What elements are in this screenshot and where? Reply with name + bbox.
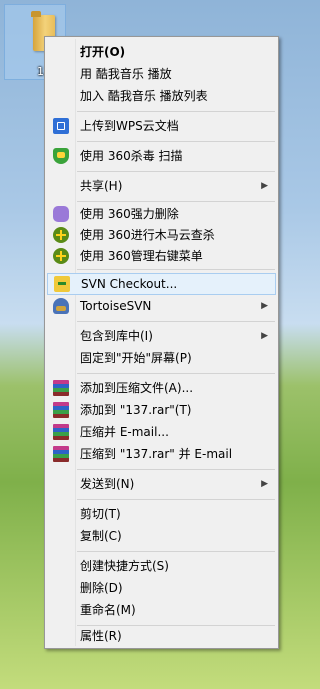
wps-cloud-icon <box>53 118 69 134</box>
menu-item-include-in-library[interactable]: 包含到库中(I) ▶ <box>47 325 276 347</box>
menu-item-create-shortcut[interactable]: 创建快捷方式(S) <box>47 555 276 577</box>
menu-item-label: 使用 360管理右键菜单 <box>80 249 203 263</box>
menu-item-tortoisesvn[interactable]: TortoiseSVN ▶ <box>47 295 276 317</box>
menu-item-label: 用 酷我音乐 播放 <box>80 67 172 81</box>
menu-item-label: 压缩并 E-mail... <box>80 425 169 439</box>
menu-item-rename[interactable]: 重命名(M) <box>47 599 276 621</box>
svn-checkout-icon <box>54 276 70 292</box>
menu-item-label: 打开(O) <box>80 45 126 59</box>
menu-separator <box>77 499 275 500</box>
menu-item-share[interactable]: 共享(H) ▶ <box>47 175 276 197</box>
menu-separator <box>77 201 275 202</box>
360-plus-icon <box>53 248 69 264</box>
menu-item-360-trojan-scan[interactable]: 使用 360进行木马云查杀 <box>47 224 276 246</box>
menu-item-kuwo-playlist[interactable]: 加入 酷我音乐 播放列表 <box>47 85 276 107</box>
submenu-arrow-icon: ▶ <box>261 301 268 311</box>
360-shield-icon <box>53 148 69 164</box>
menu-item-cut[interactable]: 剪切(T) <box>47 503 276 525</box>
context-menu: 打开(O) 用 酷我音乐 播放 加入 酷我音乐 播放列表 上传到WPS云文档 使… <box>44 36 279 649</box>
menu-item-compress-to-137-rar-and-email[interactable]: 压缩到 "137.rar" 并 E-mail <box>47 443 276 465</box>
tortoisesvn-icon <box>53 298 69 314</box>
menu-separator <box>77 469 275 470</box>
menu-item-add-to-archive[interactable]: 添加到压缩文件(A)... <box>47 377 276 399</box>
winrar-icon <box>53 380 69 396</box>
menu-item-360-manage-menu[interactable]: 使用 360管理右键菜单 <box>47 245 276 267</box>
menu-item-label: TortoiseSVN <box>80 299 152 313</box>
winrar-icon <box>53 424 69 440</box>
menu-item-send-to[interactable]: 发送到(N) ▶ <box>47 473 276 495</box>
submenu-arrow-icon: ▶ <box>261 181 268 191</box>
winrar-icon <box>53 402 69 418</box>
menu-separator <box>77 141 275 142</box>
menu-item-label: 剪切(T) <box>80 507 121 521</box>
menu-item-label: 创建快捷方式(S) <box>80 559 169 573</box>
menu-separator <box>77 373 275 374</box>
menu-item-label: 添加到压缩文件(A)... <box>80 381 194 395</box>
menu-item-label: 使用 360强力删除 <box>80 207 179 221</box>
menu-separator <box>77 321 275 322</box>
menu-item-360-force-delete[interactable]: 使用 360强力删除 <box>47 203 276 225</box>
menu-item-svn-checkout[interactable]: SVN Checkout... <box>47 273 276 295</box>
submenu-arrow-icon: ▶ <box>261 331 268 341</box>
menu-item-label: 压缩到 "137.rar" 并 E-mail <box>80 447 233 461</box>
menu-item-copy[interactable]: 复制(C) <box>47 525 276 547</box>
menu-item-add-to-137-rar[interactable]: 添加到 "137.rar"(T) <box>47 399 276 421</box>
menu-item-label: 使用 360杀毒 扫描 <box>80 149 183 163</box>
menu-item-label: 使用 360进行木马云查杀 <box>80 228 215 242</box>
menu-item-label: 复制(C) <box>80 529 122 543</box>
menu-separator <box>77 171 275 172</box>
menu-item-360-scan[interactable]: 使用 360杀毒 扫描 <box>47 145 276 167</box>
menu-item-open[interactable]: 打开(O) <box>47 41 276 63</box>
menu-item-label: 上传到WPS云文档 <box>80 119 179 133</box>
menu-item-kuwo-play[interactable]: 用 酷我音乐 播放 <box>47 63 276 85</box>
menu-separator <box>77 551 275 552</box>
menu-item-label: SVN Checkout... <box>81 277 178 291</box>
menu-item-wps-upload[interactable]: 上传到WPS云文档 <box>47 115 276 137</box>
menu-item-label: 发送到(N) <box>80 477 135 491</box>
submenu-arrow-icon: ▶ <box>261 479 268 489</box>
menu-item-label: 加入 酷我音乐 播放列表 <box>80 89 208 103</box>
menu-item-pin-to-start[interactable]: 固定到"开始"屏幕(P) <box>47 347 276 369</box>
menu-separator <box>77 269 275 270</box>
menu-item-properties[interactable]: 属性(R) <box>47 625 276 647</box>
menu-separator <box>77 111 275 112</box>
menu-item-delete[interactable]: 删除(D) <box>47 577 276 599</box>
menu-item-label: 属性(R) <box>80 629 122 643</box>
menu-item-label: 重命名(M) <box>80 603 136 617</box>
360-plus-icon <box>53 227 69 243</box>
menu-item-label: 共享(H) <box>80 179 123 193</box>
winrar-icon <box>53 446 69 462</box>
menu-item-label: 包含到库中(I) <box>80 329 153 343</box>
menu-item-label: 删除(D) <box>80 581 123 595</box>
menu-item-label: 添加到 "137.rar"(T) <box>80 403 192 417</box>
360-delete-icon <box>53 206 69 222</box>
menu-item-label: 固定到"开始"屏幕(P) <box>80 351 192 365</box>
menu-item-compress-and-email[interactable]: 压缩并 E-mail... <box>47 421 276 443</box>
